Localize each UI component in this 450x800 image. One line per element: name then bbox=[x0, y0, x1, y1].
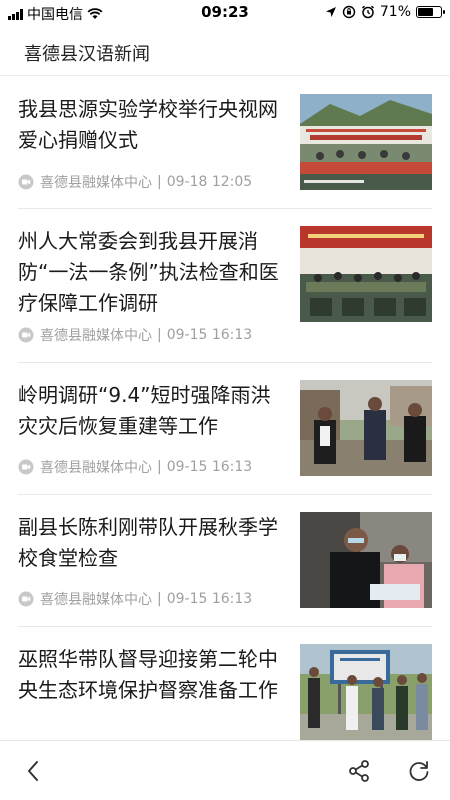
refresh-button[interactable] bbox=[405, 757, 433, 785]
page-title: 喜德县汉语新闻 bbox=[24, 44, 150, 65]
video-icon bbox=[18, 327, 34, 343]
news-thumbnail[interactable] bbox=[300, 94, 432, 190]
orientation-lock-icon bbox=[342, 5, 356, 19]
meta-separator: | bbox=[157, 327, 162, 343]
news-time: 09-15 16:13 bbox=[166, 591, 253, 607]
video-icon bbox=[18, 174, 34, 190]
status-right: 71% bbox=[325, 4, 445, 20]
bottom-toolbar bbox=[0, 740, 450, 800]
news-list[interactable]: 我县思源实验学校举行央视网爱心捐赠仪式 喜德县融媒体中心 | 09-18 12:… bbox=[0, 77, 450, 740]
alarm-icon bbox=[361, 5, 374, 19]
news-time: 09-15 16:13 bbox=[166, 459, 253, 475]
video-icon bbox=[18, 459, 34, 475]
news-thumbnail[interactable] bbox=[300, 380, 432, 476]
news-item[interactable]: 州人大常委会到我县开展消防“一法一条例”执法检查和医疗保障工作调研 喜德县融媒体… bbox=[0, 209, 450, 363]
news-source: 喜德县融媒体中心 bbox=[40, 328, 152, 344]
news-item[interactable]: 我县思源实验学校举行央视网爱心捐赠仪式 喜德县融媒体中心 | 09-18 12:… bbox=[0, 77, 450, 209]
news-title[interactable]: 岭明调研“9.4”短时强降雨洪灾灾后恢复重建等工作 bbox=[18, 380, 284, 442]
battery-percent: 71% bbox=[379, 4, 411, 20]
refresh-icon bbox=[409, 761, 429, 781]
news-source: 喜德县融媒体中心 bbox=[40, 592, 152, 608]
news-meta: 喜德县融媒体中心 | 09-18 12:05 bbox=[18, 172, 252, 192]
meta-separator: | bbox=[157, 591, 162, 607]
battery-icon bbox=[416, 6, 445, 18]
page-header: 喜德县汉语新闻 bbox=[0, 26, 450, 76]
news-title[interactable]: 巫照华带队督导迎接第二轮中央生态环境保护督察准备工作 bbox=[18, 644, 284, 706]
share-icon bbox=[349, 760, 369, 782]
meta-separator: | bbox=[157, 459, 162, 475]
news-item[interactable]: 副县长陈利刚带队开展秋季学校食堂检查 喜德县融媒体中心 | 09-15 16:1… bbox=[0, 495, 450, 627]
news-title[interactable]: 我县思源实验学校举行央视网爱心捐赠仪式 bbox=[18, 94, 284, 156]
news-source: 喜德县融媒体中心 bbox=[40, 175, 152, 191]
news-meta: 喜德县融媒体中心 | 09-15 16:13 bbox=[18, 325, 252, 345]
meta-separator: | bbox=[157, 174, 162, 190]
news-thumbnail[interactable] bbox=[300, 512, 432, 608]
video-icon bbox=[18, 591, 34, 607]
news-thumbnail[interactable] bbox=[300, 226, 432, 322]
news-time: 09-15 16:13 bbox=[166, 327, 253, 343]
news-time: 09-18 12:05 bbox=[166, 174, 253, 190]
battery-fill bbox=[418, 8, 433, 16]
news-meta: 喜德县融媒体中心 | 09-15 16:13 bbox=[18, 457, 252, 477]
news-item[interactable]: 巫照华带队督导迎接第二轮中央生态环境保护督察准备工作 bbox=[0, 627, 450, 740]
news-source: 喜德县融媒体中心 bbox=[40, 460, 152, 476]
news-meta: 喜德县融媒体中心 | 09-15 16:13 bbox=[18, 589, 252, 609]
share-button[interactable] bbox=[345, 757, 373, 785]
news-title[interactable]: 州人大常委会到我县开展消防“一法一条例”执法检查和医疗保障工作调研 bbox=[18, 226, 284, 319]
news-item[interactable]: 岭明调研“9.4”短时强降雨洪灾灾后恢复重建等工作 喜德县融媒体中心 | 09-… bbox=[0, 363, 450, 495]
location-arrow-icon bbox=[325, 7, 336, 17]
status-bar: 中国电信 09:23 71% bbox=[0, 0, 450, 24]
news-title[interactable]: 副县长陈利刚带队开展秋季学校食堂检查 bbox=[18, 512, 284, 574]
back-button[interactable] bbox=[19, 757, 47, 785]
news-thumbnail[interactable] bbox=[300, 644, 432, 740]
back-chevron-icon bbox=[28, 761, 38, 781]
